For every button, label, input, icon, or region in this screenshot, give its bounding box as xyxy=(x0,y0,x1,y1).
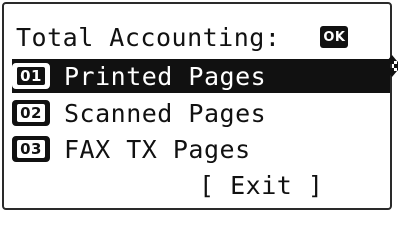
lcd-panel: Total Accounting: OK 01 Printed Pages 02… xyxy=(2,2,398,210)
menu-item-label: FAX TX Pages xyxy=(64,134,251,164)
menu-item-scanned-pages[interactable]: 02 Scanned Pages xyxy=(12,96,390,130)
menu-item-printed-pages[interactable]: 01 Printed Pages xyxy=(12,59,390,93)
item-number-badge: 03 xyxy=(12,136,50,162)
four-way-arrow-icon xyxy=(286,25,398,77)
screen-header: Total Accounting: OK xyxy=(16,20,398,77)
menu-item-label: Printed Pages xyxy=(64,61,267,91)
screen-title: Total Accounting: xyxy=(16,22,281,52)
exit-button[interactable]: [ Exit ] xyxy=(199,168,323,202)
ok-key-indicator: OK xyxy=(320,26,349,48)
menu-item-fax-tx-pages[interactable]: 03 FAX TX Pages xyxy=(12,132,390,166)
item-number-badge: 02 xyxy=(12,100,50,126)
item-number-badge: 01 xyxy=(12,63,50,89)
menu-item-label: Scanned Pages xyxy=(64,98,267,128)
